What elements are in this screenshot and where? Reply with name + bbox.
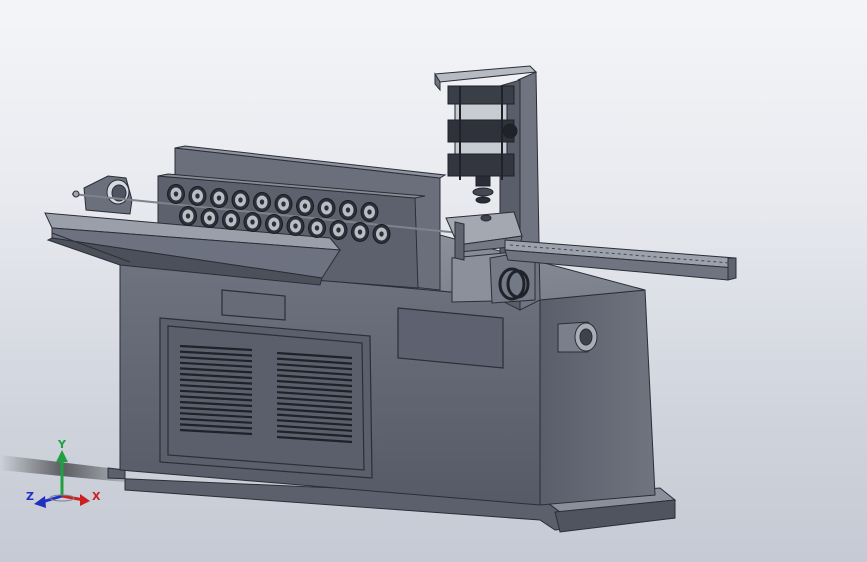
coordinate-triad: Y X Z	[22, 438, 112, 518]
roller	[243, 212, 262, 232]
machine-model-3d-view[interactable]	[0, 0, 867, 562]
roller	[274, 194, 293, 214]
roller	[351, 222, 369, 242]
roller	[265, 214, 283, 234]
roller	[222, 210, 240, 230]
roller	[210, 188, 228, 208]
roller	[286, 216, 305, 236]
roller	[360, 202, 379, 222]
roller	[317, 198, 336, 218]
y-axis-arrow	[56, 450, 68, 496]
cad-viewport[interactable]: Y X Z	[0, 0, 867, 562]
roller	[339, 200, 357, 220]
roller	[308, 218, 326, 238]
x-axis-label: X	[92, 490, 101, 503]
roller	[167, 184, 185, 204]
roller	[179, 206, 197, 226]
x-axis-arrow	[61, 494, 90, 506]
z-axis-arrow	[34, 494, 63, 508]
roller	[253, 192, 271, 212]
roller	[200, 208, 219, 228]
roller	[372, 224, 391, 244]
roller	[296, 196, 314, 216]
y-axis-label: Y	[57, 438, 67, 451]
roller	[231, 190, 250, 210]
roller	[188, 186, 207, 206]
roller	[329, 220, 348, 240]
side-port	[557, 321, 598, 353]
z-axis-label: Z	[26, 490, 34, 503]
